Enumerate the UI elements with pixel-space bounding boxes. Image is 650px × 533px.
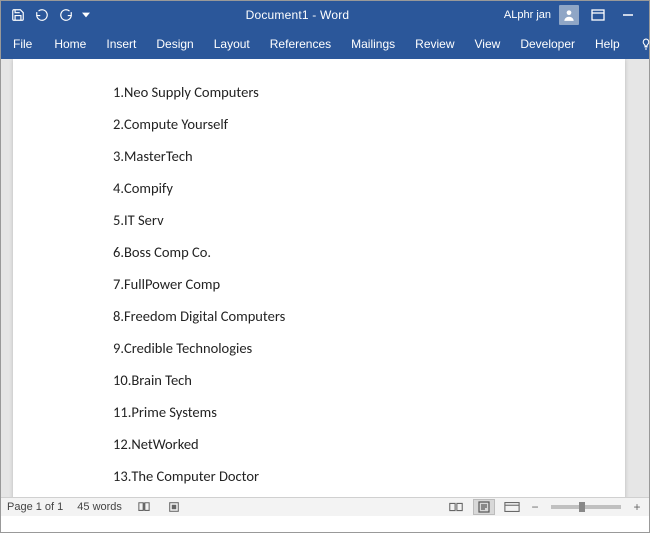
title-bar: Document1 - Word ALphr jan [1,1,649,29]
print-layout-button[interactable] [473,499,495,515]
list-number: 12. [113,435,131,453]
tab-mailings[interactable]: Mailings [341,31,405,57]
tell-me-search[interactable]: Tell me [630,31,650,57]
list-text: NetWorked [131,435,198,453]
tab-view[interactable]: View [465,31,511,57]
list-item[interactable]: 2.Compute Yourself [113,115,625,133]
list-number: 8. [113,307,124,325]
word-count[interactable]: 45 words [77,501,122,513]
list-item[interactable]: 4.Compify [113,179,625,197]
list-number: 2. [113,115,124,133]
list-text: Neo Supply Computers [124,83,259,101]
minimize-button[interactable] [617,4,639,26]
list-number: 4. [113,179,124,197]
user-name: ALphr jan [504,9,551,21]
redo-icon [59,8,73,22]
macro-icon [168,501,180,513]
list-text: IT Serv [124,211,164,229]
lightbulb-icon [640,38,650,50]
file-tab[interactable]: File [1,31,44,57]
list-item[interactable]: 1.Neo Supply Computers [113,83,625,101]
list-number: 13. [113,467,131,485]
list-item[interactable]: 13.The Computer Doctor [113,467,625,485]
list-text: Freedom Digital Computers [124,307,285,325]
list-number: 3. [113,147,124,165]
document-page[interactable]: 1.Neo Supply Computers2.Compute Yourself… [13,59,625,497]
list-text: Brain Tech [131,371,192,389]
list-text: The Computer Doctor [131,467,259,485]
list-number: 10. [113,371,131,389]
chevron-down-icon [82,11,90,19]
qat-dropdown[interactable] [81,6,91,24]
list-number: 7. [113,275,124,293]
list-item[interactable]: 6.Boss Comp Co. [113,243,625,261]
web-layout-button[interactable] [501,499,523,515]
person-icon [562,8,576,22]
status-left: Page 1 of 1 45 words [7,500,182,514]
window-title: Document1 - Word [91,8,504,22]
tab-layout[interactable]: Layout [204,31,260,57]
tab-home[interactable]: Home [44,31,96,57]
list-number: 9. [113,339,124,357]
zoom-out-button[interactable]: − [529,501,541,513]
list-text: MasterTech [124,147,193,165]
redo-button[interactable] [57,6,75,24]
tab-references[interactable]: References [260,31,341,57]
page-info[interactable]: Page 1 of 1 [7,501,63,513]
tab-review[interactable]: Review [405,31,464,57]
user-avatar[interactable] [559,5,579,25]
undo-button[interactable] [33,6,51,24]
list-text: Prime Systems [131,403,217,421]
read-mode-button[interactable] [445,499,467,515]
ribbon-tabs: File Home Insert Design Layout Reference… [1,29,649,59]
list-number: 5. [113,211,124,229]
tab-developer[interactable]: Developer [510,31,585,57]
print-layout-icon [477,501,491,513]
status-bar: Page 1 of 1 45 words − + [1,497,649,516]
list-item[interactable]: 11.Prime Systems [113,403,625,421]
undo-icon [35,8,49,22]
save-button[interactable] [9,6,27,24]
list-number: 11. [113,403,131,421]
list-text: Credible Technologies [124,339,252,357]
list-number: 6. [113,243,124,261]
list-item[interactable]: 5.IT Serv [113,211,625,229]
list-text: Boss Comp Co. [124,243,211,261]
document-canvas[interactable]: 1.Neo Supply Computers2.Compute Yourself… [1,59,649,497]
list-item[interactable]: 3.MasterTech [113,147,625,165]
list-text: FullPower Comp [124,275,220,293]
list-item[interactable]: 12.NetWorked [113,435,625,453]
zoom-slider-thumb[interactable] [579,502,585,512]
list-text: Compute Yourself [124,115,228,133]
macro-status[interactable] [166,500,182,514]
list-item[interactable]: 10.Brain Tech [113,371,625,389]
ribbon-options-icon [591,9,605,21]
tab-insert[interactable]: Insert [96,31,146,57]
read-mode-icon [448,501,464,513]
save-icon [11,8,25,22]
list-item[interactable]: 8.Freedom Digital Computers [113,307,625,325]
minimize-icon [622,9,634,21]
list-text: Compify [124,179,173,197]
zoom-in-button[interactable]: + [631,501,643,513]
title-bar-right: ALphr jan [504,4,645,26]
web-layout-icon [504,501,520,513]
tab-help[interactable]: Help [585,31,630,57]
quick-access-toolbar [5,6,91,24]
tab-design[interactable]: Design [146,31,203,57]
list-item[interactable]: 9.Credible Technologies [113,339,625,357]
list-item[interactable]: 7.FullPower Comp [113,275,625,293]
ribbon-display-options[interactable] [587,4,609,26]
spelling-status[interactable] [136,500,152,514]
zoom-slider[interactable] [551,505,621,509]
status-right: − + [445,499,643,515]
book-check-icon [137,501,151,513]
list-number: 1. [113,83,124,101]
